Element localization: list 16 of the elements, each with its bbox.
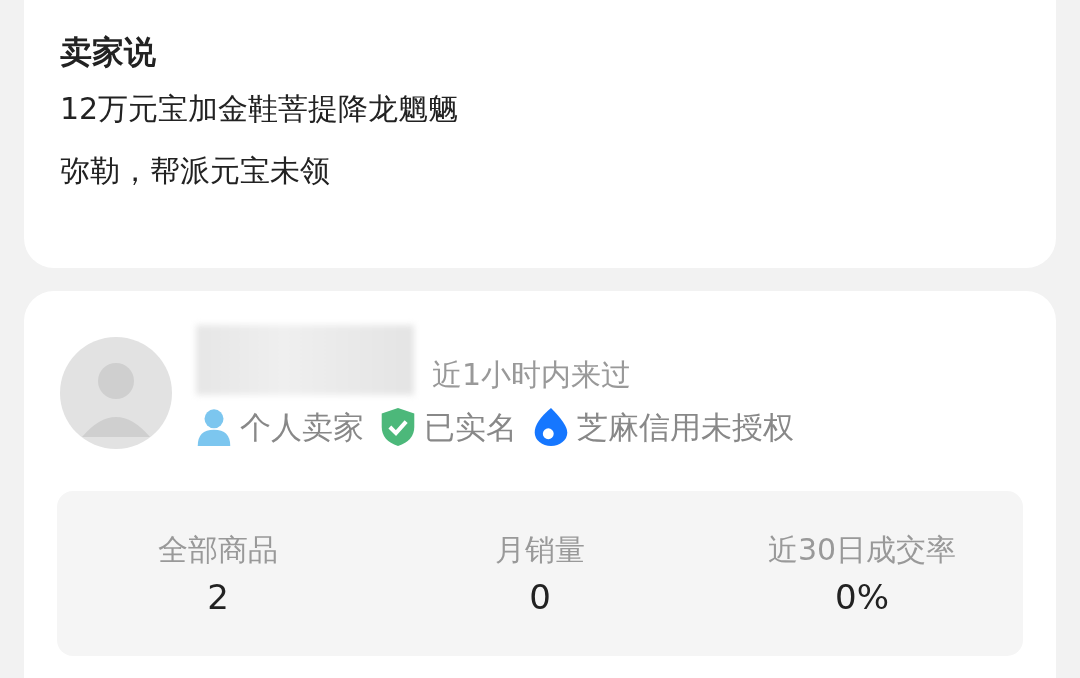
- stat-label: 近30日成交率: [767, 531, 957, 569]
- description-text: 弥勒，帮派元宝未领: [60, 152, 331, 190]
- section-title: 卖家说: [60, 32, 157, 73]
- stat-label: 月销量: [495, 531, 585, 569]
- stat-value: 0%: [835, 577, 889, 617]
- badge-label: 芝麻信用未授权: [577, 408, 794, 447]
- shield-check-icon: [380, 408, 416, 446]
- stat-label: 全部商品: [158, 531, 278, 569]
- stat-value: 0: [529, 577, 551, 617]
- description-text: 12万元宝加金鞋菩提降龙魍魉: [60, 90, 460, 128]
- badge-label: 个人卖家: [240, 408, 364, 447]
- badge-label: 已实名: [424, 408, 517, 447]
- person-icon: [196, 408, 232, 446]
- stat-value: 2: [207, 577, 229, 617]
- last-seen-text: 近1小时内来过: [432, 356, 632, 394]
- drop-icon: [533, 408, 569, 446]
